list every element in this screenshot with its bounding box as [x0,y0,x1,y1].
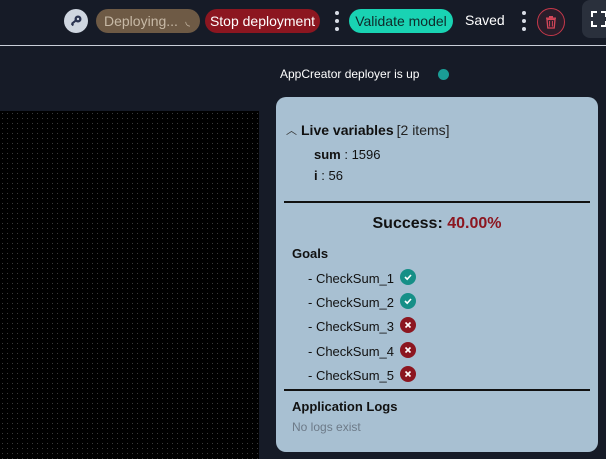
goal-label: - CheckSum_5 [308,368,394,383]
deployer-status-text: AppCreator deployer is up [280,67,420,81]
success-label: Success: [372,215,443,232]
top-toolbar: Deploying... ◟ Stop deployment Validate … [0,0,606,46]
variable-name: sum [314,147,341,162]
more-vertical-icon[interactable] [334,11,340,31]
variable-value: 1596 [351,147,381,162]
stop-deployment-button[interactable]: Stop deployment [205,9,320,33]
goal-item: - CheckSum_3 [308,317,416,334]
x-circle-icon [400,342,416,358]
check-circle-icon [400,269,416,285]
variable-value: 56 [328,168,343,183]
key-icon [70,15,82,27]
x-circle-icon [400,366,416,382]
variable-separator: : [317,168,329,183]
check-circle-icon [400,293,416,309]
x-circle-icon [400,317,416,333]
deploying-status: Deploying... ◟ [96,9,200,33]
model-canvas[interactable] [0,111,259,459]
validate-model-button[interactable]: Validate model [349,9,453,33]
goal-item: - CheckSum_1 [308,269,416,286]
chevron-up-icon: ︿ [286,125,297,137]
variable-row: i : 56 [314,168,343,183]
divider [284,201,590,203]
success-value: 40.00% [447,215,502,232]
spinner-icon: ◟ [185,14,190,28]
goals-title: Goals [292,246,329,261]
key-button[interactable] [64,9,88,33]
goal-label: - CheckSum_2 [308,295,394,310]
live-variables-title: Live variables [301,122,394,138]
variable-separator: : [340,147,352,162]
live-variables-count: [2 items] [396,122,450,138]
trash-icon [546,16,556,29]
goal-label: - CheckSum_3 [308,319,394,334]
fullscreen-button[interactable] [582,0,606,38]
success-rate: Success: 40.00% [276,215,598,233]
application-logs-title: Application Logs [292,399,398,414]
more-vertical-icon[interactable] [521,11,527,31]
goal-label: - CheckSum_4 [308,344,394,359]
logs-empty-message: No logs exist [292,420,361,434]
live-variables-header[interactable]: ︿ Live variables [2 items] [286,122,450,138]
deployer-status-dot [438,69,449,80]
goal-item: - CheckSum_4 [308,342,416,359]
deploying-label: Deploying... [104,13,178,29]
divider [284,389,590,391]
goal-label: - CheckSum_1 [308,271,394,286]
live-panel: ︿ Live variables [2 items] sum : 1596 i … [276,97,598,452]
goal-item: - CheckSum_5 [308,366,416,383]
variable-row: sum : 1596 [314,147,381,162]
delete-button[interactable] [537,8,565,36]
saved-status: Saved [465,12,505,28]
goal-item: - CheckSum_2 [308,293,416,310]
fullscreen-icon [591,11,606,27]
